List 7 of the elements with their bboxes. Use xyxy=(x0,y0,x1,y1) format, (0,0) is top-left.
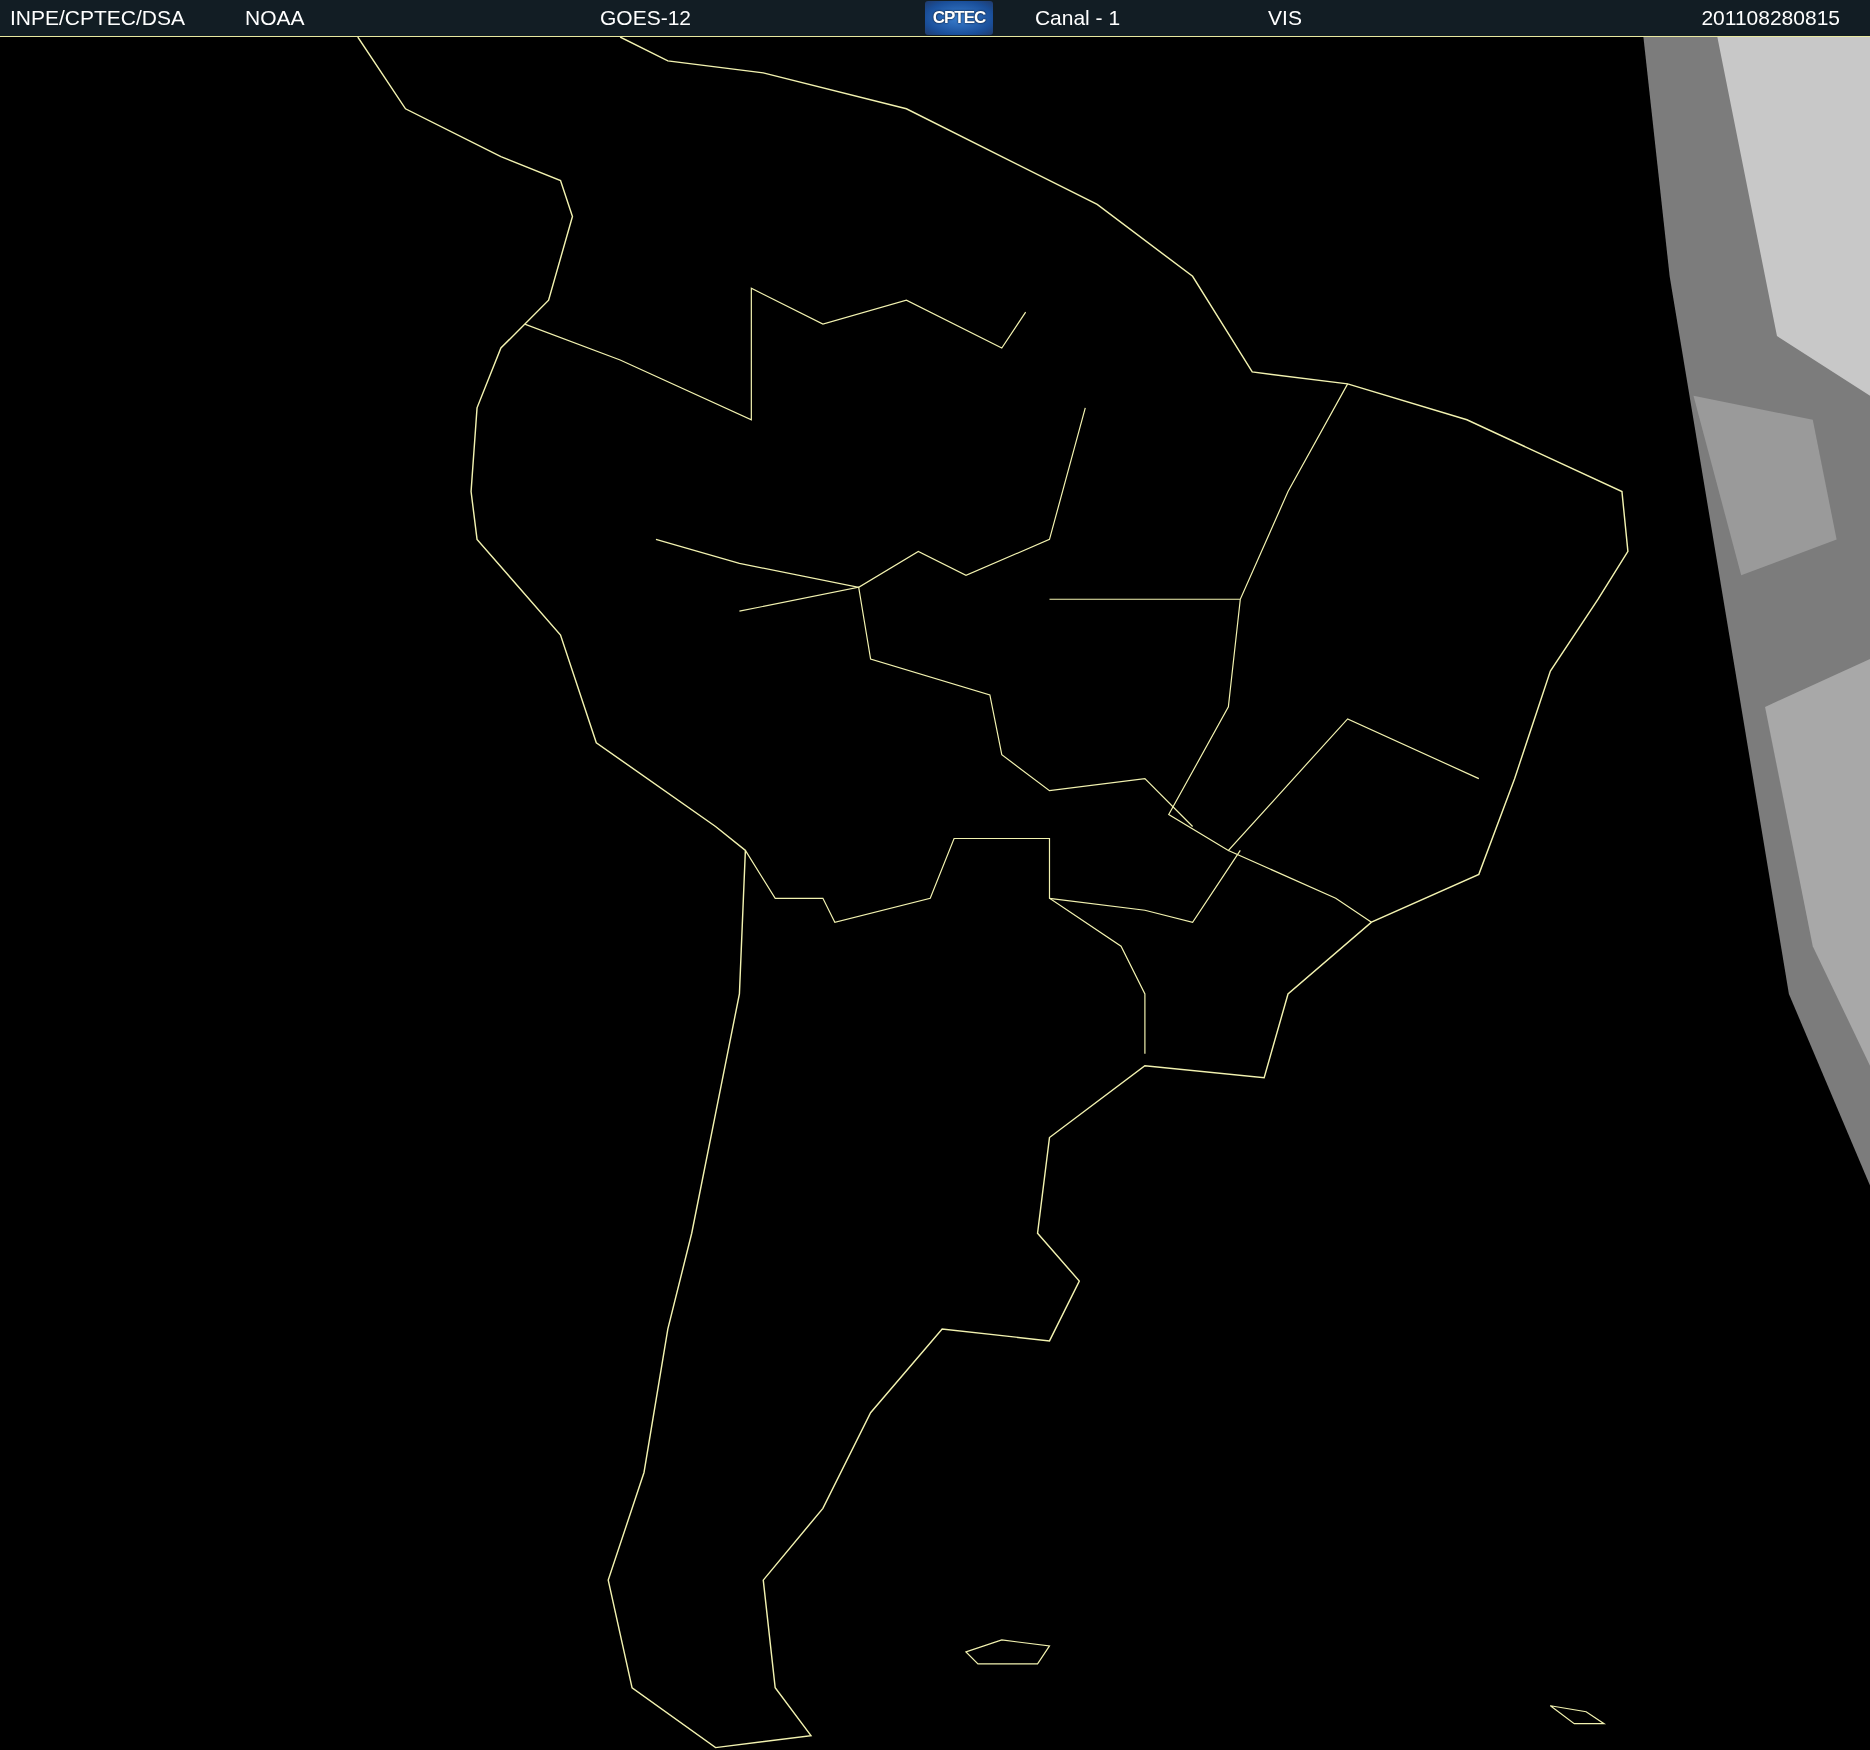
timestamp-label: 201108280815 xyxy=(1701,6,1840,30)
agency-label: INPE/CPTEC/DSA xyxy=(10,6,186,30)
channel-label: Canal - 1 xyxy=(1034,6,1121,30)
logo: CPTEC xyxy=(925,1,993,35)
source-label: NOAA xyxy=(245,6,305,30)
band-label: VIS xyxy=(1268,6,1302,30)
satellite-label: GOES-12 xyxy=(600,6,692,30)
